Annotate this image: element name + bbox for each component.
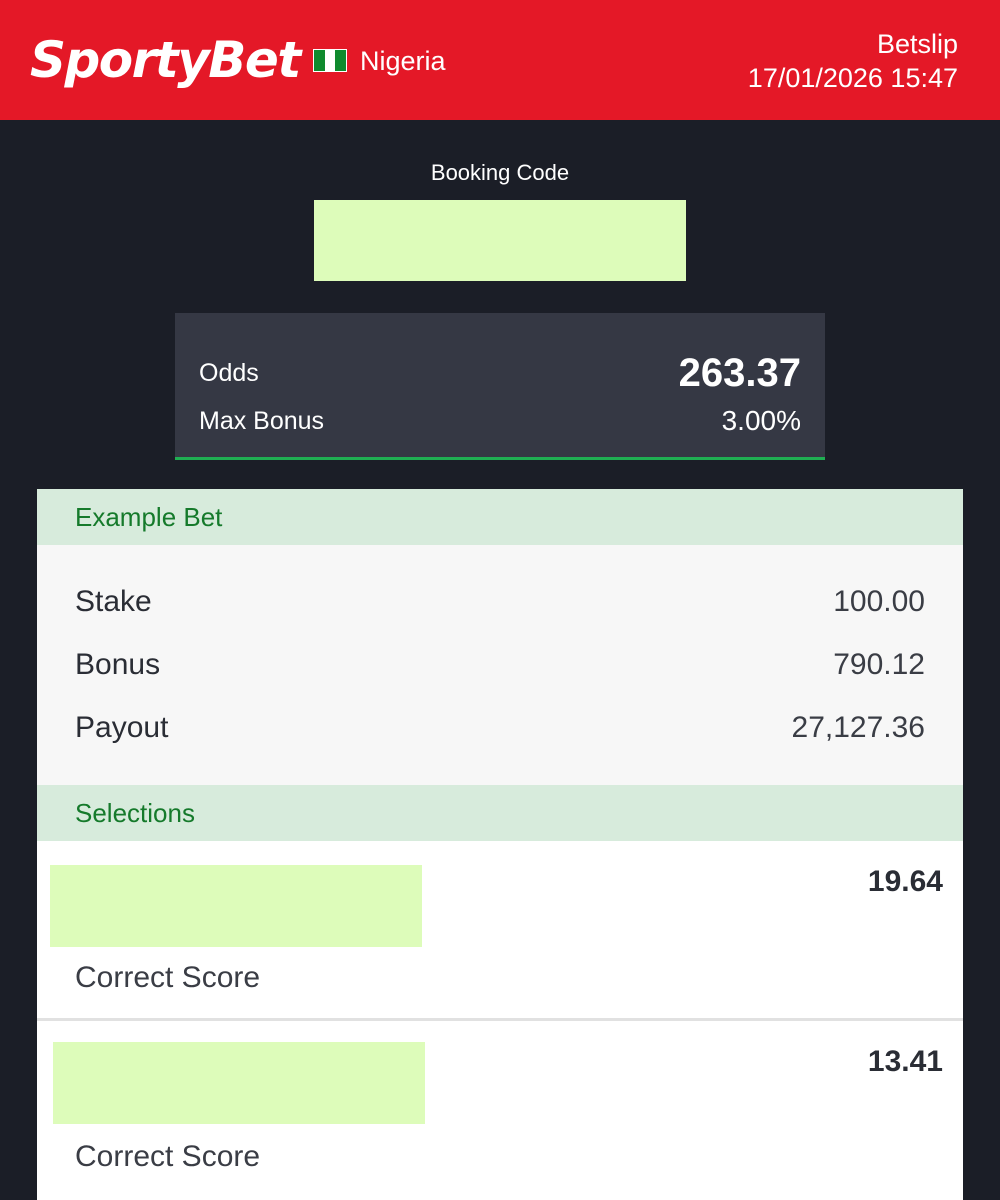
nigeria-flag-icon — [313, 49, 347, 72]
selection-odds: 13.41 — [867, 1045, 943, 1078]
bonus-label: Bonus — [75, 648, 161, 681]
max-bonus-label: Max Bonus — [199, 406, 325, 435]
selection-odds: 19.64 — [867, 865, 943, 898]
example-bet-heading: Example Bet — [37, 489, 963, 545]
stake-row: Stake 100.00 — [75, 582, 925, 622]
app-header: SportyBet Nigeria Betslip 17/01/2026 15:… — [0, 0, 1000, 120]
odds-label: Odds — [199, 358, 259, 387]
booking-code-label: Booking Code — [430, 160, 570, 185]
selection-item[interactable]: 19.64 Correct Score — [37, 841, 963, 1018]
header-info: Betslip 17/01/2026 15:47 — [748, 27, 958, 95]
betslip-card: Example Bet Stake 100.00 Bonus 790.12 Pa… — [37, 489, 963, 1200]
bonus-value: 790.12 — [833, 648, 925, 681]
brand-logo[interactable]: SportyBet — [30, 30, 301, 90]
payout-row: Payout 27,127.36 — [75, 708, 925, 748]
odds-row: Odds 263.37 — [199, 343, 801, 403]
selection-market: Correct Score — [75, 961, 261, 994]
selection-event-redacted — [50, 865, 422, 947]
selections-heading: Selections — [37, 785, 963, 841]
payout-label: Payout — [75, 711, 169, 744]
selection-item[interactable]: 13.41 Correct Score — [37, 1021, 963, 1200]
stake-label: Stake — [75, 585, 152, 618]
selection-market: Correct Score — [75, 1140, 261, 1173]
selection-event-redacted — [53, 1042, 425, 1124]
payout-value: 27,127.36 — [791, 711, 925, 744]
max-bonus-value: 3.00% — [721, 405, 801, 436]
stake-value: 100.00 — [833, 585, 925, 618]
timestamp: 17/01/2026 15:47 — [747, 63, 958, 93]
page-title: Betslip — [876, 29, 958, 59]
odds-summary: Odds 263.37 Max Bonus 3.00% — [175, 313, 825, 460]
bonus-row: Bonus 790.12 — [75, 645, 925, 685]
odds-value: 263.37 — [678, 350, 801, 395]
country-label: Nigeria — [360, 46, 446, 76]
max-bonus-row: Max Bonus 3.00% — [199, 403, 801, 439]
booking-code-redacted[interactable] — [314, 200, 686, 281]
